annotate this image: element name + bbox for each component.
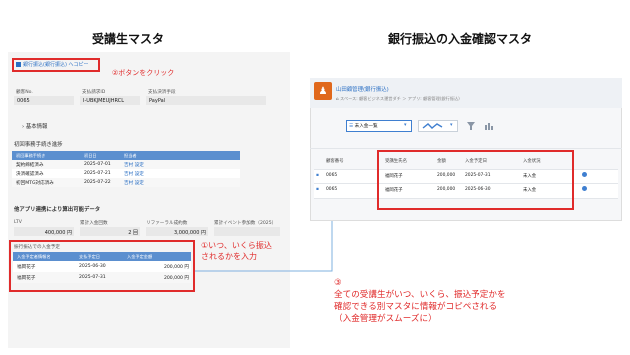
annotation-3-line: 全ての受講生がいつ、いくら、振込予定かを xyxy=(334,290,506,300)
col-header-customer-no: 顧客番号 xyxy=(326,159,344,164)
annotation-3-line: 確認できる別マスタに情報がコピペされる xyxy=(334,302,498,312)
chevron-down-icon: ▾ xyxy=(404,122,407,128)
view-select-value: 未入金一覧 xyxy=(354,124,378,129)
bar-chart-icon[interactable] xyxy=(484,121,494,131)
breadcrumb-text: スペース: 顧客ビジネス運営ダチ ＞ アプリ: 顧客管理(銀行振込) xyxy=(340,96,460,101)
row-detail-icon[interactable]: ▪ xyxy=(316,187,319,192)
row-action-icon[interactable] xyxy=(582,172,587,177)
copied-data-highlight xyxy=(377,150,574,210)
cell: 0065 xyxy=(326,187,338,192)
chevron-down-icon: ▾ xyxy=(450,122,453,128)
breadcrumb: ⌂ スペース: 顧客ビジネス運営ダチ ＞ アプリ: 顧客管理(銀行振込) xyxy=(336,96,460,102)
filter-icon[interactable] xyxy=(466,121,476,131)
annotation-3-line: （入金管理がスムーズに） xyxy=(334,314,437,324)
graph-icon xyxy=(422,123,443,129)
app-header xyxy=(310,78,622,108)
annotation-3-line: ③ xyxy=(334,278,342,288)
divider xyxy=(310,148,622,149)
row-detail-icon[interactable]: ▪ xyxy=(316,173,319,178)
row-action-icon[interactable] xyxy=(582,186,587,191)
view-select-label: ☰ 未入金一覧 xyxy=(349,123,378,129)
app-name[interactable]: 山田顧管理(銀行振込) xyxy=(336,85,389,93)
app-icon: ♟ xyxy=(314,82,332,100)
cell: 0065 xyxy=(326,173,338,178)
annotation-3: ③ 全ての受講生がいつ、いくら、振込予定かを 確認できる別マスタに情報がコピペさ… xyxy=(334,277,506,325)
